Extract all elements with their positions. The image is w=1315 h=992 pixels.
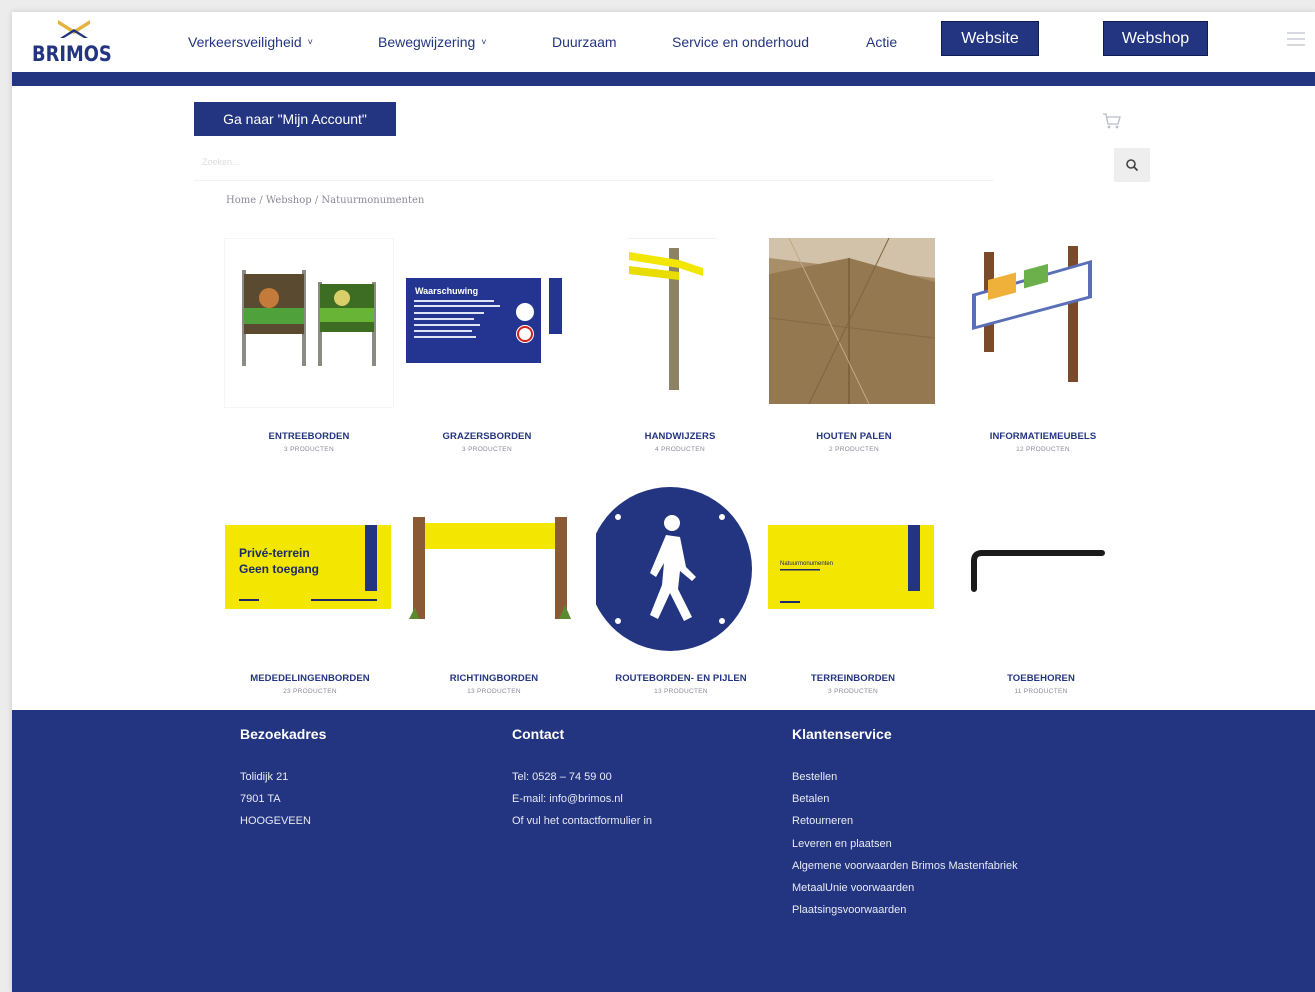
- chevron-down-icon: ˅: [481, 37, 487, 47]
- page-frame: BRIMOS Verkeersveiligheid ˅ Bewegwijzeri…: [12, 12, 1315, 992]
- category-houten-palen[interactable]: HOUTEN PALEN 2 PRODUCTEN: [769, 238, 939, 453]
- category-name: TERREINBORDEN: [810, 673, 896, 684]
- category-count: 3 PRODUCTEN: [284, 446, 334, 453]
- routeborden-image: [596, 487, 752, 651]
- nav-service-onderhoud[interactable]: Service en onderhoud: [672, 34, 866, 50]
- footer-phone[interactable]: Tel: 0528 – 74 59 00: [512, 770, 652, 792]
- category-count: 11 PRODUCTEN: [1014, 688, 1068, 695]
- terreinborden-image: Natuurmonumenten: [768, 525, 934, 609]
- category-count: 13 PRODUCTEN: [654, 688, 708, 695]
- breadcrumb[interactable]: Home / Webshop / Natuurmonumenten: [226, 195, 424, 206]
- informatiemeubels-image: [972, 246, 1092, 382]
- footer-link-plaatsingsvoorwaarden[interactable]: Plaatsingsvoorwaarden: [792, 903, 1018, 925]
- brimos-logo[interactable]: BRIMOS: [32, 18, 112, 68]
- category-name: HOUTEN PALEN: [816, 431, 892, 442]
- nav-label: Bewegwijzering: [378, 34, 476, 50]
- nav-bewegwijzering[interactable]: Bewegwijzering ˅: [378, 34, 552, 50]
- houten-palen-image: [769, 238, 936, 405]
- nav-label: Service en onderhoud: [672, 34, 809, 50]
- menu-icon[interactable]: [1287, 32, 1305, 46]
- search-icon: [1126, 159, 1139, 172]
- website-button[interactable]: Website: [941, 21, 1039, 56]
- footer-line: Tolidijk 21: [240, 771, 289, 783]
- category-name: TOEBEHOREN: [1007, 673, 1075, 684]
- category-name: ENTREEBORDEN: [268, 431, 350, 442]
- site-footer: Bezoekadres Tolidijk 21 7901 TA HOOGEVEE…: [12, 710, 1315, 992]
- footer-heading: Klantenservice: [792, 726, 892, 742]
- category-name: RICHTINGBORDEN: [449, 673, 539, 684]
- cart-icon[interactable]: [1102, 112, 1122, 130]
- handwijzers-image: [627, 238, 717, 390]
- footer-email[interactable]: E-mail: info@brimos.nl: [512, 792, 652, 814]
- logo-text: BRIMOS: [32, 42, 112, 66]
- site-header: BRIMOS Verkeersveiligheid ˅ Bewegwijzeri…: [12, 12, 1315, 72]
- footer-heading: Bezoekadres: [240, 726, 327, 742]
- footer-link-retourneren[interactable]: Retourneren: [792, 814, 1018, 836]
- footer-link-betalen[interactable]: Betalen: [792, 792, 1018, 814]
- header-divider-bar: [12, 72, 1315, 86]
- category-name: INFORMATIEMEUBELS: [989, 431, 1097, 442]
- footer-heading: Contact: [512, 726, 565, 742]
- category-name: HANDWIJZERS: [644, 431, 716, 442]
- category-handwijzers[interactable]: HANDWIJZERS 4 PRODUCTEN: [595, 238, 765, 453]
- category-count: 13 PRODUCTEN: [467, 688, 521, 695]
- webshop-button[interactable]: Webshop: [1103, 21, 1208, 56]
- category-richtingborden[interactable]: RICHTINGBORDEN 13 PRODUCTEN: [409, 485, 579, 695]
- category-count: 4 PRODUCTEN: [655, 446, 705, 453]
- richtingborden-image: [409, 517, 571, 619]
- category-mededelingenborden[interactable]: Privé-terrein Geen toegang MEDEDELINGENB…: [225, 485, 395, 695]
- category-count: 3 PRODUCTEN: [462, 446, 512, 453]
- category-count: 2 PRODUCTEN: [829, 446, 879, 453]
- entreeborden-image: [224, 238, 394, 408]
- logo-mark-icon: [58, 20, 90, 38]
- main-navigation: Verkeersveiligheid ˅ Bewegwijzering ˅ Du…: [188, 12, 926, 72]
- grazersborden-image: Waarschuwing: [406, 278, 562, 363]
- my-account-button[interactable]: Ga naar "Mijn Account": [194, 102, 396, 136]
- nav-duurzaam[interactable]: Duurzaam: [552, 34, 672, 50]
- product-search-field[interactable]: Zoeken...: [194, 147, 994, 181]
- nav-label: Actie: [866, 34, 898, 50]
- category-count: 3 PRODUCTEN: [828, 688, 878, 695]
- footer-link-metaalunie[interactable]: MetaalUnie voorwaarden: [792, 881, 1018, 903]
- footer-line: HOOGEVEEN: [240, 815, 311, 828]
- category-toebehoren[interactable]: TOEBEHOREN 11 PRODUCTEN: [956, 485, 1126, 695]
- toebehoren-image: [971, 550, 1105, 592]
- chevron-down-icon: ˅: [307, 37, 313, 47]
- nav-label: Duurzaam: [552, 34, 617, 50]
- nav-actie[interactable]: Actie: [866, 34, 926, 50]
- nav-verkeersveiligheid[interactable]: Verkeersveiligheid ˅: [188, 34, 378, 50]
- category-terreinborden[interactable]: Natuurmonumenten TERREINBORDEN 3 PRODUCT…: [768, 485, 938, 695]
- footer-link-algemene-voorwaarden[interactable]: Algemene voorwaarden Brimos Mastenfabrie…: [792, 859, 1018, 881]
- mededelingenborden-image: Privé-terrein Geen toegang: [225, 525, 391, 609]
- search-placeholder: Zoeken...: [202, 157, 240, 167]
- footer-link-leveren[interactable]: Leveren en plaatsen: [792, 837, 1018, 859]
- terreinborden-image-text: Natuurmonumenten: [780, 561, 833, 567]
- grazersborden-image-text: Waarschuwing: [415, 286, 478, 296]
- footer-link-bestellen[interactable]: Bestellen: [792, 770, 1018, 792]
- category-grazersborden[interactable]: Waarschuwing GRAZERSBORDEN 3 PRODUCTEN: [402, 238, 572, 453]
- category-informatiemeubels[interactable]: INFORMATIEMEUBELS 12 PRODUCTEN: [958, 238, 1128, 453]
- nav-label: Verkeersveiligheid: [188, 34, 302, 50]
- category-entreeborden[interactable]: ENTREEBORDEN 3 PRODUCTEN: [224, 238, 394, 453]
- category-name: MEDEDELINGENBORDEN: [250, 673, 370, 684]
- mededelingenborden-line1: Privé-terrein: [239, 546, 310, 560]
- footer-line: 7901 TA: [240, 793, 281, 806]
- category-count: 12 PRODUCTEN: [1016, 446, 1070, 453]
- mededelingenborden-line2: Geen toegang: [239, 562, 319, 576]
- category-name: ROUTEBORDEN- EN PIJLEN: [615, 673, 747, 684]
- category-count: 23 PRODUCTEN: [283, 688, 337, 695]
- search-button[interactable]: [1114, 148, 1150, 182]
- category-routeborden-pijlen[interactable]: ROUTEBORDEN- EN PIJLEN 13 PRODUCTEN: [596, 485, 766, 695]
- footer-contact-form-link[interactable]: Of vul het contactformulier in: [512, 814, 652, 836]
- category-name: GRAZERSBORDEN: [442, 431, 532, 442]
